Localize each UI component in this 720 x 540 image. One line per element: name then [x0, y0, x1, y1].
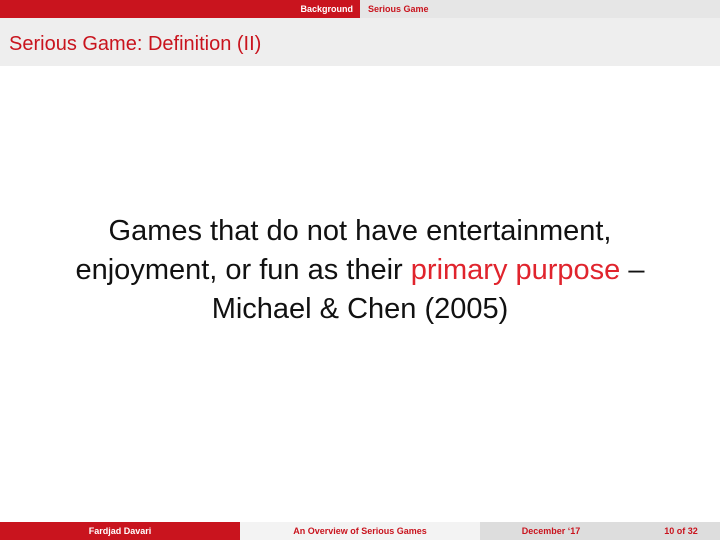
slide-footer: Fardjad Davari An Overview of Serious Ga… — [0, 522, 720, 540]
nav-section-serious-game[interactable]: Serious Game — [368, 0, 429, 18]
definition-quote: Games that do not have entertainment, en… — [0, 212, 720, 329]
quote-dash: – — [628, 254, 645, 286]
section-navigation: Background Serious Game — [0, 0, 720, 18]
nav-section-background[interactable]: Background — [300, 0, 357, 18]
footer-author: Fardjad Davari — [0, 522, 240, 540]
footer-date: December ‘17 — [480, 522, 622, 540]
slide-title: Serious Game: Definition (II) — [9, 33, 262, 55]
footer-page-text: 10 of 32 — [664, 526, 698, 536]
quote-highlight: primary purpose — [410, 254, 621, 286]
footer-page-number: 10 of 32 — [622, 522, 720, 540]
quote-attribution: Michael & Chen (2005) — [211, 293, 509, 325]
quote-line-1: Games that do not have entertainment, — [108, 215, 612, 247]
quote-line-2: enjoyment, or fun as their — [75, 254, 403, 286]
footer-title: An Overview of Serious Games — [240, 522, 480, 540]
